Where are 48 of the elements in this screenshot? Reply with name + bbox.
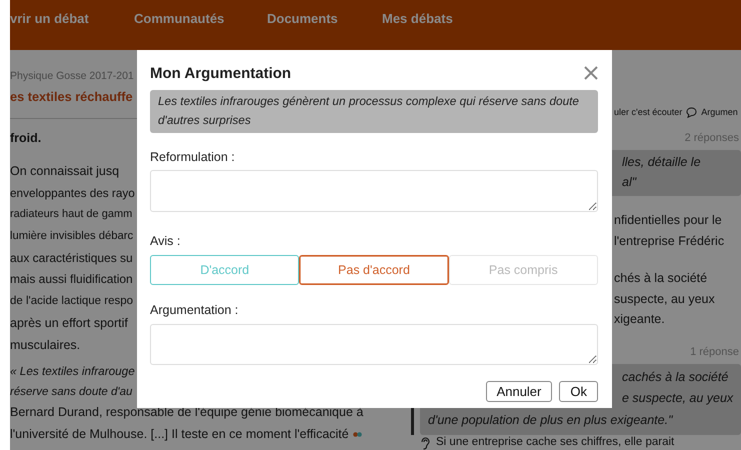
quote-line: lles, détaille le bbox=[622, 154, 701, 171]
nav-link[interactable]: Mes débats bbox=[382, 11, 482, 26]
quote-line: « Les textiles infrarouge bbox=[10, 364, 135, 380]
quoted-argument: Les textiles infrarouges génèrent un processus complexe qui réserve sans doute d'autres surprises bbox=[150, 90, 598, 133]
paragraph-line: radiateurs haut de gamm bbox=[10, 207, 132, 222]
argument-line: xigeante. bbox=[614, 311, 665, 328]
cancel-button[interactable]: Annuler bbox=[486, 381, 552, 402]
reformulation-field[interactable] bbox=[150, 170, 598, 212]
nav-link[interactable]: Documents bbox=[267, 11, 382, 26]
argument-line: chés à la société bbox=[614, 270, 708, 287]
argument-line: l'entreprise Frédéric bbox=[614, 232, 724, 250]
nav-link[interactable]: vrir un débat bbox=[10, 11, 134, 26]
paragraph-line: musculaires. bbox=[10, 336, 80, 354]
paragraph-line: après un effort sportif bbox=[10, 314, 128, 332]
paragraph-line: enveloppantes des rayo bbox=[10, 186, 135, 202]
quote-line: cachés à la société bbox=[622, 368, 728, 386]
article-title: es textiles réchauffe bbox=[10, 88, 133, 106]
article-lead: froid. bbox=[10, 130, 42, 147]
modal-title: Mon Argumentation bbox=[150, 64, 292, 82]
quote-line: d'une population de plus en plus exigeante." bbox=[428, 412, 673, 429]
paragraph-line: lumière invisibles débarc bbox=[10, 229, 134, 244]
argument-button[interactable]: Argumen bbox=[701, 107, 738, 117]
paragraph-line: l'université de Mulhouse. [...] Il teste en ce moment l'efficacité bbox=[10, 426, 349, 443]
quote-line: e suspecte, au yeux bbox=[622, 390, 734, 407]
opinion-option[interactable]: D'accord bbox=[150, 255, 300, 285]
argument-line: Si une entreprise cache ses chiffres, elle parait bbox=[436, 436, 674, 448]
field-label: Avis : bbox=[150, 233, 182, 250]
close-icon[interactable] bbox=[584, 66, 598, 80]
quote-line: al" bbox=[622, 174, 636, 190]
breadcrumb[interactable]: Physique Gosse 2017-201 bbox=[10, 67, 134, 85]
paragraph-line: de l'acide lactique respo bbox=[10, 294, 134, 310]
field-label: Argumentation : bbox=[150, 302, 240, 319]
ear-icon bbox=[420, 437, 430, 450]
quote-line: réserve sans doute d'au bbox=[10, 385, 132, 400]
paragraph-line: aux caractéristiques su bbox=[10, 250, 133, 267]
marker-dots-icon bbox=[352, 432, 362, 438]
ok-button[interactable]: Ok bbox=[559, 381, 598, 402]
opinion-option[interactable]: Pas d'accord bbox=[299, 255, 449, 285]
paragraph-line: mais aussi fluidification bbox=[10, 271, 133, 288]
opinion-option[interactable]: Pas compris bbox=[448, 255, 598, 285]
argument-line: suspecte, au yeux bbox=[614, 290, 715, 308]
argumentation-field[interactable] bbox=[150, 324, 598, 365]
nav-link[interactable]: Communautés bbox=[134, 11, 267, 26]
argument-line: nfidentielles pour le bbox=[614, 212, 722, 229]
field-label: Reformulation : bbox=[150, 149, 236, 166]
link-text[interactable]: uler c'est écouter bbox=[614, 107, 682, 117]
speech-bubble-icon bbox=[686, 106, 698, 118]
paragraph-line: On connaissait jusq bbox=[10, 163, 120, 180]
